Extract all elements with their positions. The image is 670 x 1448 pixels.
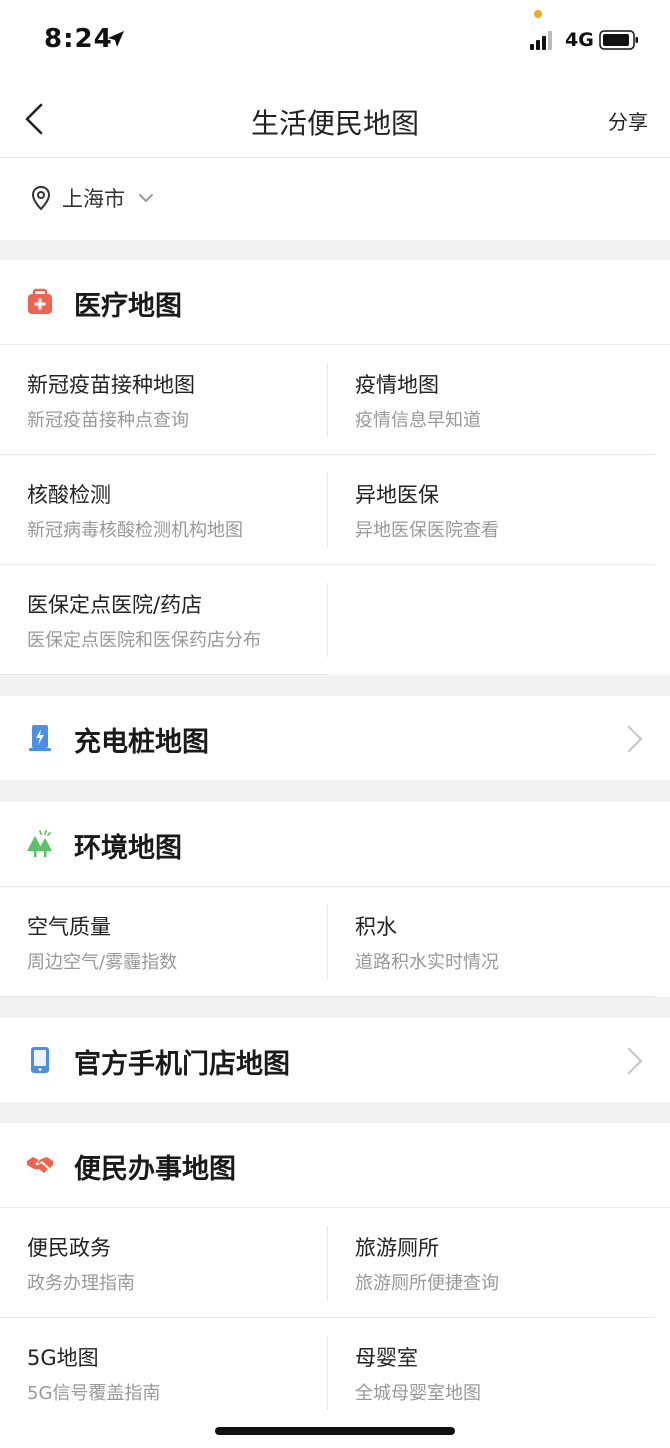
grid-item-waterlogging[interactable]: 积水 道路积水实时情况 — [328, 887, 656, 997]
item-subtitle: 医保定点医院和医保药店分布 — [27, 630, 261, 651]
status-bar: 8:24 4G — [0, 0, 670, 80]
network-type: 4G — [565, 29, 594, 51]
trees-icon — [27, 830, 52, 857]
grid-item-remote-insurance[interactable]: 异地医保 异地医保医院查看 — [328, 455, 656, 565]
privacy-indicator — [534, 10, 542, 18]
item-title: 便民政务 — [27, 1236, 111, 1260]
item-subtitle: 全城母婴室地图 — [355, 1383, 481, 1404]
grid-item-nursing-room[interactable]: 母婴室 全城母婴室地图 — [328, 1318, 656, 1428]
location-pin-icon — [31, 185, 51, 211]
chevron-down-icon — [139, 194, 153, 203]
chevron-right-icon — [627, 1047, 643, 1075]
divider — [327, 905, 328, 979]
item-subtitle: 旅游厕所便捷查询 — [355, 1273, 499, 1294]
share-button[interactable]: 分享 — [608, 106, 648, 135]
item-subtitle: 新冠疫苗接种点查询 — [27, 410, 189, 431]
item-title: 积水 — [355, 915, 397, 939]
environment-map-card: 环境地图 空气质量 周边空气/雾霾指数 积水 道路积水实时情况 — [0, 802, 670, 997]
item-title: 异地医保 — [355, 483, 439, 507]
divider — [327, 583, 328, 657]
item-title: 医保定点医院/药店 — [27, 593, 203, 617]
item-subtitle: 道路积水实时情况 — [355, 952, 499, 973]
divider — [327, 363, 328, 437]
signal-icon — [530, 30, 556, 50]
services-map-header: 便民办事地图 — [0, 1123, 670, 1208]
divider — [0, 674, 328, 675]
section-title: 环境地图 — [74, 833, 182, 864]
item-title: 5G地图 — [27, 1346, 99, 1370]
grid-item-tourist-toilet[interactable]: 旅游厕所 旅游厕所便捷查询 — [328, 1208, 656, 1318]
item-subtitle: 政务办理指南 — [27, 1273, 135, 1294]
item-subtitle: 异地医保医院查看 — [355, 520, 499, 541]
nav-bar: 生活便民地图 分享 — [0, 80, 670, 158]
phone-store-map-header: 官方手机门店地图 — [0, 1018, 670, 1103]
medical-kit-icon — [28, 288, 52, 314]
divider — [327, 1226, 328, 1300]
charging-station-icon — [29, 725, 51, 751]
section-title: 便民办事地图 — [74, 1154, 236, 1185]
divider — [0, 564, 655, 565]
location-arrow-icon — [108, 31, 124, 47]
item-title: 旅游厕所 — [355, 1236, 439, 1260]
phone-store-map-card[interactable]: 官方手机门店地图 — [0, 1018, 670, 1102]
divider — [0, 1317, 655, 1318]
city-label: 上海市 — [62, 187, 125, 211]
grid-item-5g-map[interactable]: 5G地图 5G信号覆盖指南 — [0, 1318, 328, 1428]
item-subtitle: 5G信号覆盖指南 — [27, 1383, 161, 1404]
battery-icon — [599, 30, 638, 50]
medical-map-card: 医疗地图 新冠疫苗接种地图 新冠疫苗接种点查询 疫情地图 疫情信息早知道 核酸检… — [0, 260, 670, 675]
section-title: 充电桩地图 — [74, 727, 209, 758]
item-subtitle: 新冠病毒核酸检测机构地图 — [27, 520, 243, 541]
item-title: 新冠疫苗接种地图 — [27, 373, 195, 397]
item-title: 母婴室 — [355, 1346, 418, 1370]
divider — [0, 996, 655, 997]
grid-item-nucleic-test[interactable]: 核酸检测 新冠病毒核酸检测机构地图 — [0, 455, 328, 565]
divider — [327, 473, 328, 547]
grid-item-government-affairs[interactable]: 便民政务 政务办理指南 — [0, 1208, 328, 1318]
charging-map-card[interactable]: 充电桩地图 — [0, 696, 670, 780]
chevron-right-icon — [627, 725, 643, 753]
home-indicator[interactable] — [215, 1427, 455, 1435]
item-subtitle: 周边空气/雾霾指数 — [27, 952, 178, 973]
charging-map-header: 充电桩地图 — [0, 696, 670, 781]
item-title: 疫情地图 — [355, 373, 439, 397]
divider — [0, 454, 655, 455]
item-subtitle: 疫情信息早知道 — [355, 410, 481, 431]
divider — [327, 1336, 328, 1410]
grid-item-air-quality[interactable]: 空气质量 周边空气/雾霾指数 — [0, 887, 328, 997]
grid-item-epidemic-map[interactable]: 疫情地图 疫情信息早知道 — [328, 345, 656, 455]
page-title: 生活便民地图 — [250, 107, 419, 140]
item-title: 核酸检测 — [27, 483, 111, 507]
city-selector[interactable]: 上海市 — [0, 158, 670, 240]
item-title: 空气质量 — [27, 915, 111, 939]
status-time: 8:24 — [44, 24, 113, 54]
services-map-card: 便民办事地图 便民政务 政务办理指南 旅游厕所 旅游厕所便捷查询 5G地图 5G… — [0, 1123, 670, 1448]
section-title: 官方手机门店地图 — [74, 1049, 290, 1080]
grid-item-insured-hospital[interactable]: 医保定点医院/药店 医保定点医院和医保药店分布 — [0, 565, 328, 675]
environment-map-header: 环境地图 — [0, 802, 670, 887]
grid-item-vaccine-map[interactable]: 新冠疫苗接种地图 新冠疫苗接种点查询 — [0, 345, 328, 455]
handshake-icon — [27, 1157, 53, 1173]
mobile-phone-icon — [31, 1047, 49, 1073]
medical-map-header: 医疗地图 — [0, 260, 670, 345]
section-title: 医疗地图 — [74, 291, 182, 322]
